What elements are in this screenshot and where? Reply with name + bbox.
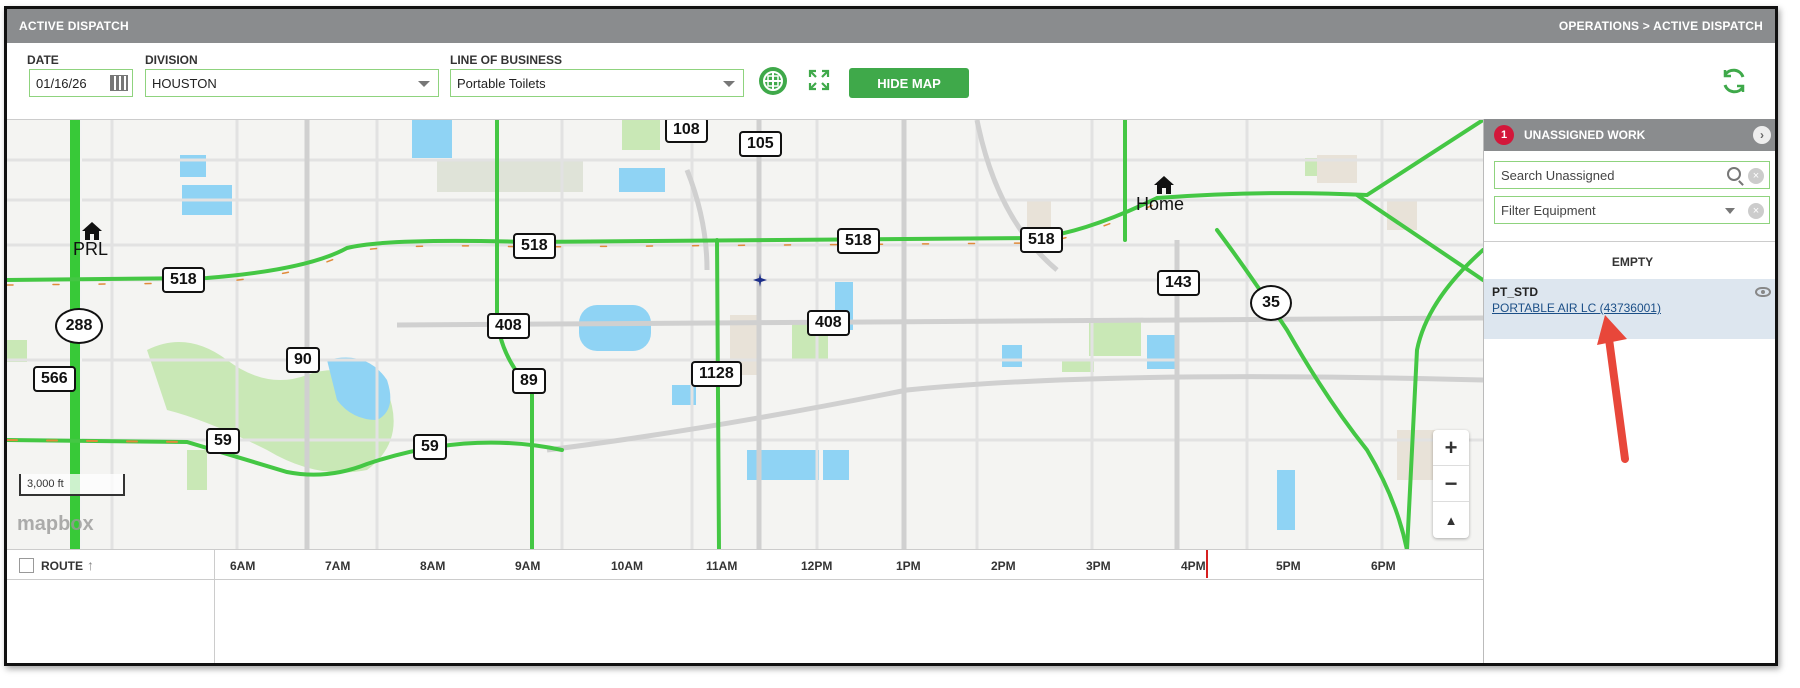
route-shield: 108 (665, 120, 708, 143)
route-shield: 518 (1020, 227, 1063, 253)
current-time-marker (1206, 550, 1208, 578)
app-window: ACTIVE DISPATCH OPERATIONS > ACTIVE DISP… (4, 6, 1778, 666)
hour-label: 11AM (706, 559, 738, 573)
search-placeholder: Search Unassigned (1501, 167, 1615, 183)
hour-label: 9AM (515, 559, 541, 573)
date-field[interactable]: 01/16/26 (29, 69, 133, 97)
division-value: HOUSTON (152, 75, 217, 91)
filter-toolbar: DATE 01/16/26 DIVISION HOUSTON LINE OF B… (7, 43, 1775, 119)
page-title: ACTIVE DISPATCH (19, 19, 129, 33)
lob-label: LINE OF BUSINESS (450, 53, 563, 67)
place-label-home: Home (1136, 194, 1185, 214)
route-shield: 408 (487, 313, 530, 339)
work-type: PT_STD (1492, 285, 1539, 299)
lob-value: Portable Toilets (457, 75, 546, 91)
empty-label: EMPTY (1611, 255, 1654, 269)
timeline-header: ROUTE ↑ 6AM 7AM 8AM 9AM 10AM 11AM 12PM 1… (7, 550, 1483, 580)
route-shield: 90 (286, 347, 320, 373)
eye-icon[interactable] (1755, 287, 1771, 297)
close-icon[interactable]: × (1748, 168, 1764, 184)
divider (1484, 241, 1775, 242)
division-label: DIVISION (145, 53, 198, 67)
route-shield: 59 (413, 434, 447, 460)
fullscreen-icon[interactable] (807, 68, 831, 92)
date-value: 01/16/26 (36, 75, 87, 91)
hour-label: 7AM (325, 559, 351, 573)
route-shield: 1128 (691, 361, 742, 387)
hour-label: 6PM (1371, 559, 1396, 573)
lob-select[interactable]: Portable Toilets (450, 69, 744, 97)
unassigned-title: UNASSIGNED WORK (1524, 128, 1646, 142)
route-shield: 143 (1157, 270, 1200, 296)
filter-equipment-select[interactable]: Filter Equipment × (1494, 196, 1770, 224)
calendar-icon[interactable] (110, 75, 128, 91)
mapbox-logo: mapbox (17, 513, 94, 535)
hour-label: 12PM (801, 559, 833, 573)
zoom-out-button[interactable]: − (1433, 466, 1469, 502)
zoom-in-button[interactable]: + (1433, 430, 1469, 466)
route-timeline: ROUTE ↑ 6AM 7AM 8AM 9AM 10AM 11AM 12PM 1… (7, 549, 1483, 663)
route-column (7, 550, 215, 663)
airport-icon (752, 272, 768, 288)
hour-label: 6AM (230, 559, 256, 573)
hide-map-button[interactable]: HIDE MAP (849, 68, 969, 98)
customer-link[interactable]: PORTABLE AIR LC (43736001) (1492, 301, 1661, 315)
route-shield: 35 (1250, 285, 1292, 321)
unassigned-work-panel: 1 UNASSIGNED WORK › Search Unassigned × … (1483, 119, 1775, 663)
route-shield: 518 (837, 228, 880, 254)
unassigned-work-item[interactable]: PT_STD PORTABLE AIR LC (43736001) (1484, 279, 1775, 339)
unassigned-count-badge: 1 (1494, 125, 1514, 145)
close-icon[interactable]: × (1748, 203, 1764, 219)
route-shield: 288 (55, 308, 103, 344)
refresh-icon[interactable] (1719, 66, 1749, 96)
route-shield: 566 (33, 366, 76, 392)
chevron-down-icon (723, 81, 735, 87)
route-shield: 105 (739, 131, 782, 157)
chevron-right-icon[interactable]: › (1753, 126, 1771, 144)
search-unassigned-input[interactable]: Search Unassigned × (1494, 161, 1770, 189)
map-view[interactable]: 108 105 518 518 518 518 143 35 288 408 4… (7, 119, 1483, 549)
route-shield: 518 (162, 267, 205, 293)
map-layers-icon[interactable] (759, 67, 787, 95)
hour-label: 10AM (611, 559, 644, 573)
route-shield: 59 (206, 428, 240, 454)
route-shield: 408 (807, 310, 850, 336)
compass-button[interactable]: ▲ (1433, 502, 1469, 538)
date-label: DATE (27, 53, 59, 67)
home-icon[interactable] (1153, 175, 1175, 195)
chevron-down-icon (418, 81, 430, 87)
division-select[interactable]: HOUSTON (145, 69, 439, 97)
title-bar: ACTIVE DISPATCH OPERATIONS > ACTIVE DISP… (7, 9, 1775, 43)
route-shield: 89 (512, 368, 546, 394)
hour-label: 3PM (1086, 559, 1111, 573)
breadcrumb[interactable]: OPERATIONS > ACTIVE DISPATCH (1559, 19, 1763, 33)
search-icon[interactable] (1727, 167, 1741, 181)
chevron-down-icon[interactable] (1725, 208, 1735, 214)
hour-label: 2PM (991, 559, 1016, 573)
hour-label: 8AM (420, 559, 446, 573)
zoom-controls: + − ▲ (1433, 430, 1469, 538)
home-icon[interactable] (81, 221, 103, 241)
hour-label: 4PM (1181, 559, 1206, 573)
hour-label: 1PM (896, 559, 921, 573)
map-scale: 3,000 ft (19, 474, 125, 496)
filter-placeholder: Filter Equipment (1501, 202, 1596, 218)
map-canvas[interactable] (7, 120, 1483, 549)
place-label-prl: PRL (73, 239, 109, 259)
route-shield: 518 (513, 233, 556, 259)
unassigned-header: 1 UNASSIGNED WORK › (1484, 119, 1775, 151)
hour-label: 5PM (1276, 559, 1301, 573)
